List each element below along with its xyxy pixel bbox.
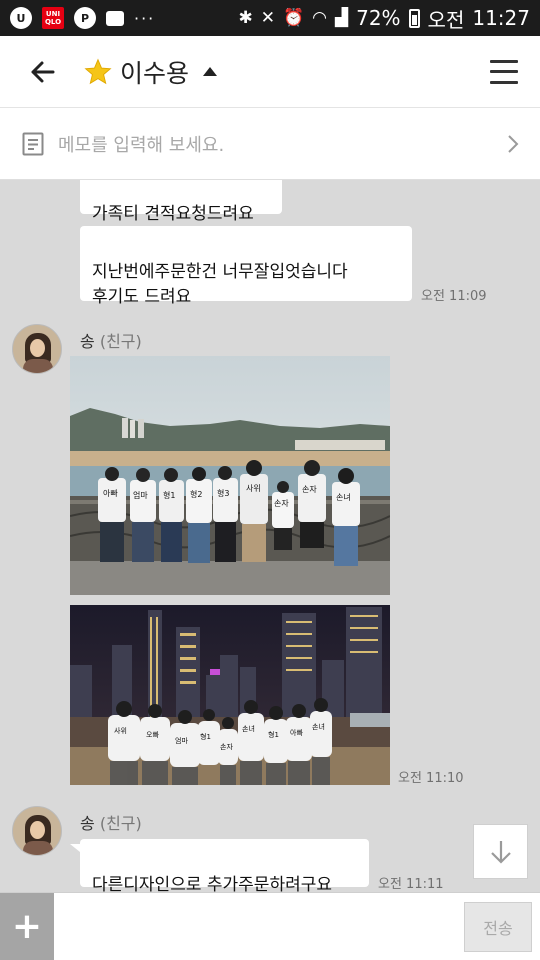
arrow-down-icon	[490, 840, 511, 864]
menu-button[interactable]	[490, 59, 518, 84]
shirt-label: 형2	[190, 490, 202, 499]
memo-placeholder: 메모를 입력해 보세요.	[58, 134, 225, 156]
shirt-label: 오빠	[146, 730, 159, 739]
star-icon[interactable]	[84, 58, 112, 86]
arrow-left-icon	[31, 61, 55, 82]
bubble-tail	[70, 844, 80, 852]
sender-name-text: 송	[80, 332, 95, 351]
shirt-label: 엄마	[175, 736, 188, 745]
sender-name: 송 (친구)	[80, 810, 142, 834]
message-bubble[interactable]: 다른디자인으로 추가주문하려구요	[80, 839, 369, 892]
message-text: 지난번에주문한건 너무잘입엇습니다 후기도 드려요	[92, 262, 348, 307]
hamburger-line	[490, 59, 518, 63]
message-time: 오전 11:11	[378, 877, 444, 892]
photo-night-image: 사위 오빠 엄마 형1 손자 손녀 형1 아빠 손녀	[70, 605, 390, 785]
scroll-to-bottom-button[interactable]	[473, 824, 528, 879]
chat-area[interactable]: 가족티 견적요청드려요 지난번에주문한건 너무잘입엇습니다 후기도 드려요 오전…	[0, 180, 540, 892]
shirt-label: 형1	[200, 733, 211, 741]
sender-relation: (친구)	[99, 332, 142, 351]
alarm-icon: ⏰	[283, 8, 305, 28]
photo-daytime-image: 아빠 엄마 형1 형2 형3 사위 손자 손자 손녀	[70, 356, 390, 595]
shirt-label: 손녀	[336, 493, 351, 502]
mute-icon: ✕	[260, 8, 275, 28]
shirt-label: 손자	[220, 742, 233, 751]
avatar-body	[23, 359, 53, 373]
message-input[interactable]	[54, 892, 464, 960]
message-time: 오전 11:09	[421, 289, 487, 304]
uniqlo-icon: UNI QLO	[42, 7, 64, 29]
sender-relation: (친구)	[99, 814, 142, 833]
friend-avatar[interactable]	[12, 806, 62, 856]
message-bubble[interactable]: 지난번에주문한건 너무잘입엇습니다 후기도 드려요	[80, 226, 412, 307]
shirt-label: 아빠	[103, 488, 118, 498]
chat-title: 이수용	[120, 58, 190, 88]
battery-icon	[408, 8, 420, 28]
photo-night-family[interactable]: 사위 오빠 엄마 형1 손자 손녀 형1 아빠 손녀	[70, 605, 390, 785]
wifi-icon: ◠	[312, 8, 328, 28]
caret-up-icon	[203, 67, 218, 76]
avatar-body	[23, 841, 53, 855]
shirt-label: 엄마	[133, 490, 148, 500]
friend-avatar[interactable]	[12, 324, 62, 374]
clock-time: 11:27	[472, 6, 530, 30]
message-bubble[interactable]: 가족티 견적요청드려요	[80, 180, 282, 224]
plus-icon: +	[11, 906, 43, 947]
signal-icon: ▟	[335, 8, 349, 28]
chat-header: 이수용	[0, 36, 540, 108]
input-bar: + 전송	[0, 892, 540, 960]
clock-ampm: 오전	[427, 7, 465, 32]
battery-percent: 72%	[356, 6, 401, 30]
bluetooth-icon: ✱	[238, 8, 253, 28]
shirt-label: 손녀	[312, 722, 325, 731]
chat-title-dropdown[interactable]: 이수용	[84, 54, 218, 90]
sender-name-text: 송	[80, 814, 95, 833]
message-text: 가족티 견적요청드려요	[92, 204, 254, 224]
shirt-label: 손자	[274, 499, 289, 508]
hamburger-line	[490, 70, 518, 73]
message-icon	[106, 10, 124, 26]
more-notifications-icon: ···	[134, 8, 156, 28]
sender-name: 송 (친구)	[80, 328, 142, 352]
shirt-label: 형3	[217, 489, 229, 498]
message-text: 다른디자인으로 추가주문하려구요	[92, 875, 333, 892]
chevron-right-icon	[508, 134, 519, 153]
status-bar: U UNI QLO P ··· ✱ ✕ ⏰ ◠ ▟ 72% 오전 11:27	[0, 0, 540, 36]
app-notification-icon: U	[10, 7, 32, 29]
shirt-label: 아빠	[290, 728, 303, 737]
shirt-label: 손자	[302, 485, 317, 494]
memo-bar[interactable]: 메모를 입력해 보세요.	[0, 108, 540, 180]
shirt-label: 사위	[114, 726, 127, 735]
avatar-face	[30, 339, 45, 357]
back-button[interactable]	[14, 36, 70, 108]
shirt-label: 손녀	[242, 724, 255, 733]
message-time: 오전 11:10	[398, 771, 464, 786]
shirt-label: 형1	[268, 731, 279, 739]
photo-daytime-family[interactable]: 아빠 엄마 형1 형2 형3 사위 손자 손자 손녀	[70, 356, 390, 595]
hamburger-line	[490, 80, 518, 84]
send-button[interactable]: 전송	[464, 901, 532, 952]
attach-button[interactable]: +	[0, 892, 54, 960]
shirt-label: 사위	[246, 484, 261, 493]
shirt-label: 형1	[163, 491, 175, 500]
avatar-face	[30, 821, 45, 839]
send-label: 전송	[483, 918, 513, 938]
p-app-icon: P	[74, 7, 96, 29]
memo-icon	[22, 132, 44, 155]
